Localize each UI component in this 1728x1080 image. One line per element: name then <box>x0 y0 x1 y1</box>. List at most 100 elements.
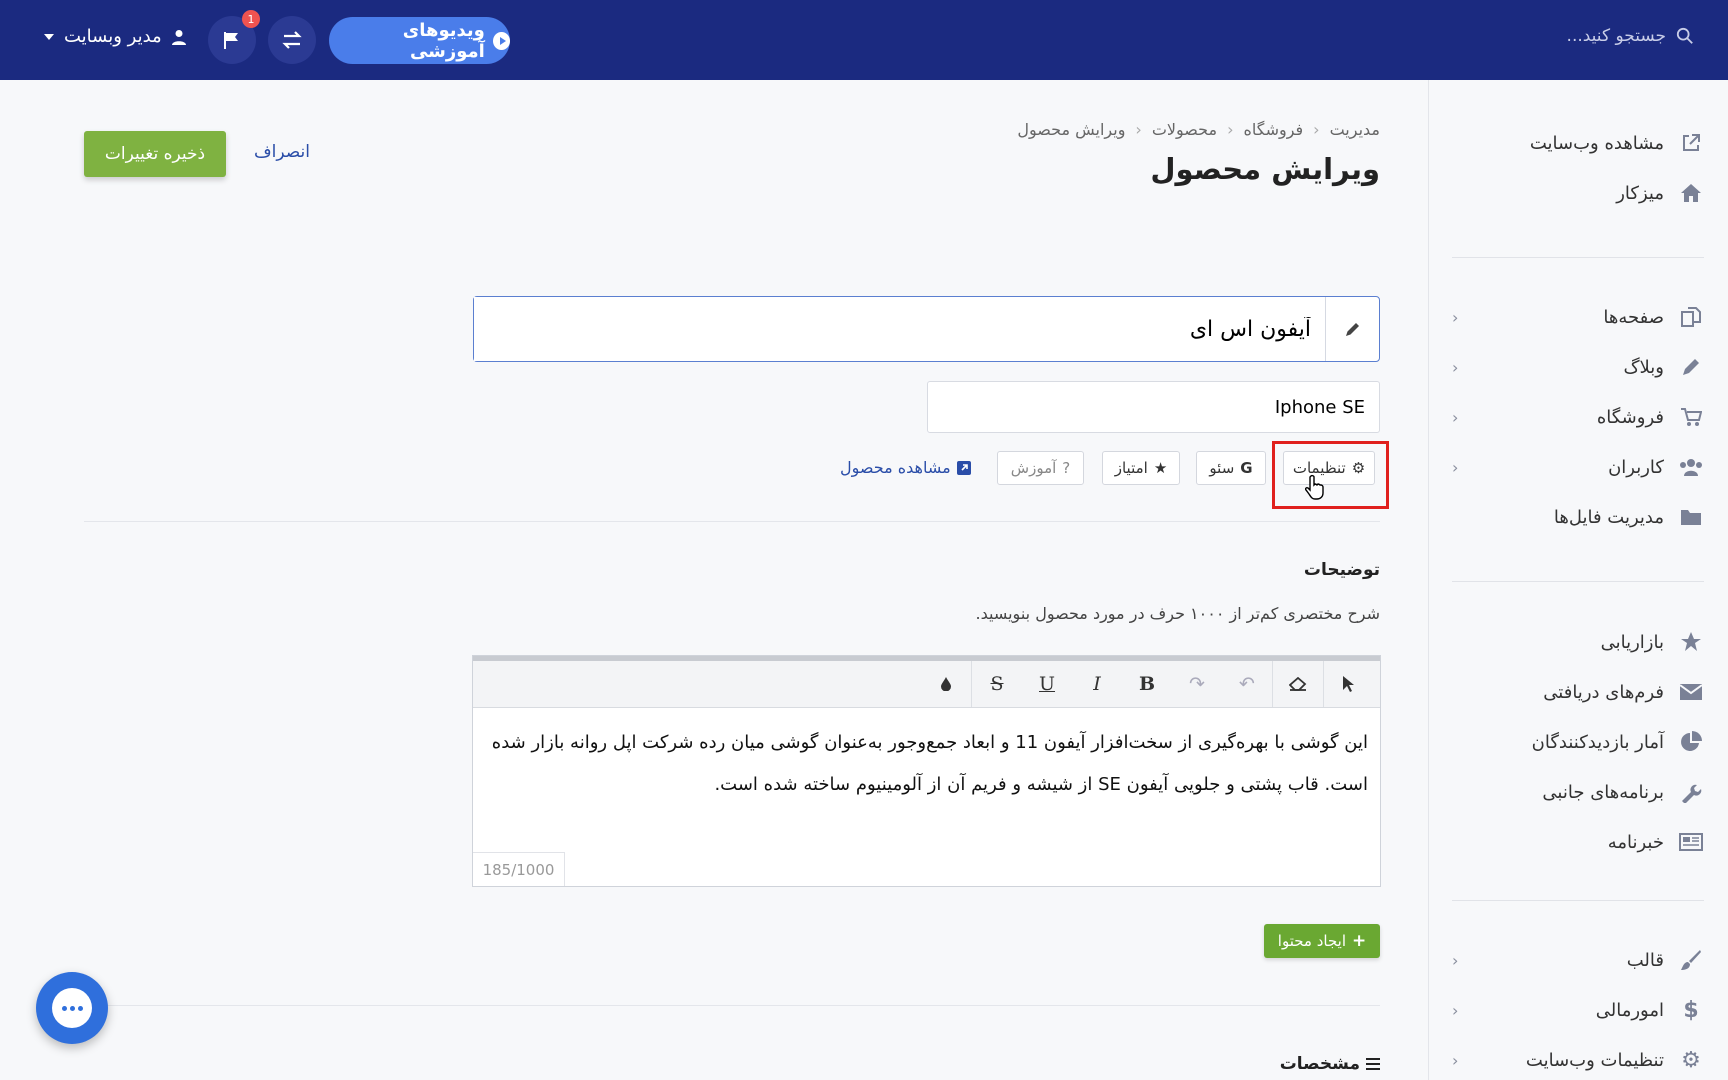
sidebar-item-label: خبرنامه <box>1607 831 1664 853</box>
envelope-icon <box>1678 679 1704 705</box>
save-changes-button[interactable]: ذخیره تغییرات <box>84 131 226 177</box>
eraser-icon <box>1289 677 1307 691</box>
page-title: ویرایش محصول <box>1150 152 1380 186</box>
highlight-box <box>1272 441 1389 509</box>
cart-icon <box>1678 404 1704 430</box>
sidebar: مشاهده وب‌سایت میزکار صفحه‌ها ‹ وبلاگ ‹ … <box>1428 80 1728 1080</box>
redo-button[interactable]: ↷ <box>1172 661 1222 707</box>
italic-button[interactable]: I <box>1072 661 1122 707</box>
breadcrumb: مدیریت ‹ فروشگاه ‹ محصولات ‹ ویرایش محصو… <box>1017 120 1380 139</box>
create-content-label: ایجاد محتوا <box>1277 932 1346 950</box>
sidebar-item-shop[interactable]: فروشگاه ‹ <box>1452 400 1704 434</box>
external-link-icon <box>1678 130 1704 156</box>
italic-icon: I <box>1093 673 1101 695</box>
star-icon: ★ <box>1153 459 1168 477</box>
description-title: توضیحات <box>1303 560 1380 580</box>
sidebar-item-label: فروشگاه <box>1596 406 1664 428</box>
sidebar-item-label: تنظیمات وب‌سایت <box>1525 1049 1664 1071</box>
breadcrumb-item[interactable]: مدیریت <box>1330 120 1380 139</box>
sidebar-item-forms[interactable]: فرم‌های دریافتی <box>1452 675 1704 709</box>
chat-button[interactable] <box>36 972 108 1044</box>
search-icon <box>1676 27 1693 44</box>
sidebar-item-theme[interactable]: قالب ‹ <box>1452 943 1704 977</box>
sidebar-item-label: مشاهده وب‌سایت <box>1529 132 1664 154</box>
chevron-left-icon: ‹ <box>1452 1000 1459 1020</box>
tab-tutorial[interactable]: ? آموزش <box>997 451 1084 485</box>
bold-icon: B <box>1138 673 1156 695</box>
sidebar-item-label: آمار بازدیدکنندگان <box>1531 731 1664 753</box>
breadcrumb-separator: ‹ <box>1227 120 1234 139</box>
underline-button[interactable]: U <box>1022 661 1072 707</box>
description-editor: ↶ ↷ B I U S این گوشی با بهره‌گیری از سخت… <box>472 655 1381 887</box>
sidebar-item-view-website[interactable]: مشاهده وب‌سایت <box>1452 126 1704 160</box>
plus-icon: + <box>1351 931 1367 951</box>
search-placeholder: جستجو کنید... <box>1566 26 1666 46</box>
chat-dot <box>69 1005 75 1011</box>
toolbar-separator <box>1272 661 1273 707</box>
chevron-left-icon: ‹ <box>1452 307 1459 327</box>
sidebar-item-users[interactable]: کاربران ‹ <box>1452 450 1704 484</box>
breadcrumb-separator: ‹ <box>1313 120 1320 139</box>
product-slug-input[interactable] <box>927 381 1380 433</box>
undo-button[interactable]: ↶ <box>1222 661 1272 707</box>
notifications-button[interactable]: 1 <box>208 10 260 64</box>
toolbar-separator <box>1323 661 1324 707</box>
create-content-button[interactable]: + ایجاد محتوا <box>1264 924 1380 958</box>
user-icon <box>171 29 186 45</box>
newspaper-icon <box>1678 829 1704 855</box>
sidebar-item-label: وبلاگ <box>1623 356 1664 378</box>
sidebar-item-label: برنامه‌های جانبی <box>1542 781 1664 803</box>
sidebar-item-pages[interactable]: صفحه‌ها ‹ <box>1452 300 1704 334</box>
switch-button[interactable] <box>268 16 316 64</box>
specs-section-title: مشخصات <box>1280 1054 1380 1074</box>
divider <box>84 521 1380 522</box>
pages-icon <box>1678 304 1704 330</box>
chevron-left-icon: ‹ <box>1452 457 1459 477</box>
hand-cursor-icon <box>1305 474 1324 500</box>
sidebar-item-finance[interactable]: $ امورمالی ‹ <box>1452 993 1704 1027</box>
editor-content[interactable]: این گوشی با بهره‌گیری از سخت‌افزار آیفون… <box>473 708 1380 806</box>
description-hint: شرح مختصری کم‌تر از ۱۰۰۰ حرف در مورد محص… <box>975 604 1380 623</box>
edit-name-button[interactable] <box>1325 297 1379 361</box>
users-icon <box>1678 454 1704 480</box>
chat-bubble-icon <box>52 988 92 1028</box>
sidebar-item-label: میزکار <box>1616 182 1664 204</box>
user-menu[interactable]: مدیر وبسایت <box>44 26 186 47</box>
product-name-input[interactable] <box>474 297 1325 361</box>
select-tool-button[interactable] <box>1324 661 1374 707</box>
external-link-icon <box>956 460 971 475</box>
sidebar-item-website-settings[interactable]: ⚙ تنظیمات وب‌سایت ‹ <box>1452 1043 1704 1077</box>
breadcrumb-item[interactable]: فروشگاه <box>1243 120 1303 139</box>
sidebar-item-dashboard[interactable]: میزکار <box>1452 176 1704 210</box>
specs-title: مشخصات <box>1279 1054 1360 1074</box>
sidebar-item-newsletter[interactable]: خبرنامه <box>1452 825 1704 859</box>
bold-button[interactable]: B <box>1122 661 1172 707</box>
wrench-icon <box>1678 779 1704 805</box>
chevron-left-icon: ‹ <box>1452 407 1459 427</box>
breadcrumb-item[interactable]: محصولات <box>1152 120 1217 139</box>
tab-rating-label: امتیاز <box>1114 459 1148 477</box>
text-color-button[interactable] <box>921 661 971 707</box>
notification-badge: 1 <box>242 10 260 28</box>
tab-rating[interactable]: ★ امتیاز <box>1102 451 1180 485</box>
sidebar-item-file-manager[interactable]: مدیریت فایل‌ها <box>1452 500 1704 534</box>
tab-seo[interactable]: G سئو <box>1196 451 1266 485</box>
user-name: مدیر وبسایت <box>64 26 162 47</box>
sidebar-item-label: بازاریابی <box>1600 631 1664 653</box>
tutorial-videos-button[interactable]: ویدیوهای آموزشی <box>329 17 510 64</box>
view-product-link[interactable]: مشاهده محصول <box>840 458 971 477</box>
sidebar-item-label: قالب <box>1626 949 1664 971</box>
sidebar-item-blog[interactable]: وبلاگ ‹ <box>1452 350 1704 384</box>
strikethrough-button[interactable]: S <box>972 661 1022 707</box>
undo-icon: ↶ <box>1239 673 1255 695</box>
clear-format-button[interactable] <box>1273 661 1323 707</box>
sidebar-item-plugins[interactable]: برنامه‌های جانبی <box>1452 775 1704 809</box>
sidebar-item-marketing[interactable]: بازاریابی <box>1452 625 1704 659</box>
sidebar-item-label: امورمالی <box>1595 999 1664 1021</box>
home-icon <box>1678 180 1704 206</box>
star-icon <box>1678 629 1704 655</box>
sidebar-item-visitor-stats[interactable]: آمار بازدیدکنندگان <box>1452 725 1704 759</box>
tutorial-videos-label: ویدیوهای آموزشی <box>402 19 485 62</box>
cancel-link[interactable]: انصراف <box>254 142 310 162</box>
search-box[interactable]: جستجو کنید... <box>1567 26 1694 46</box>
